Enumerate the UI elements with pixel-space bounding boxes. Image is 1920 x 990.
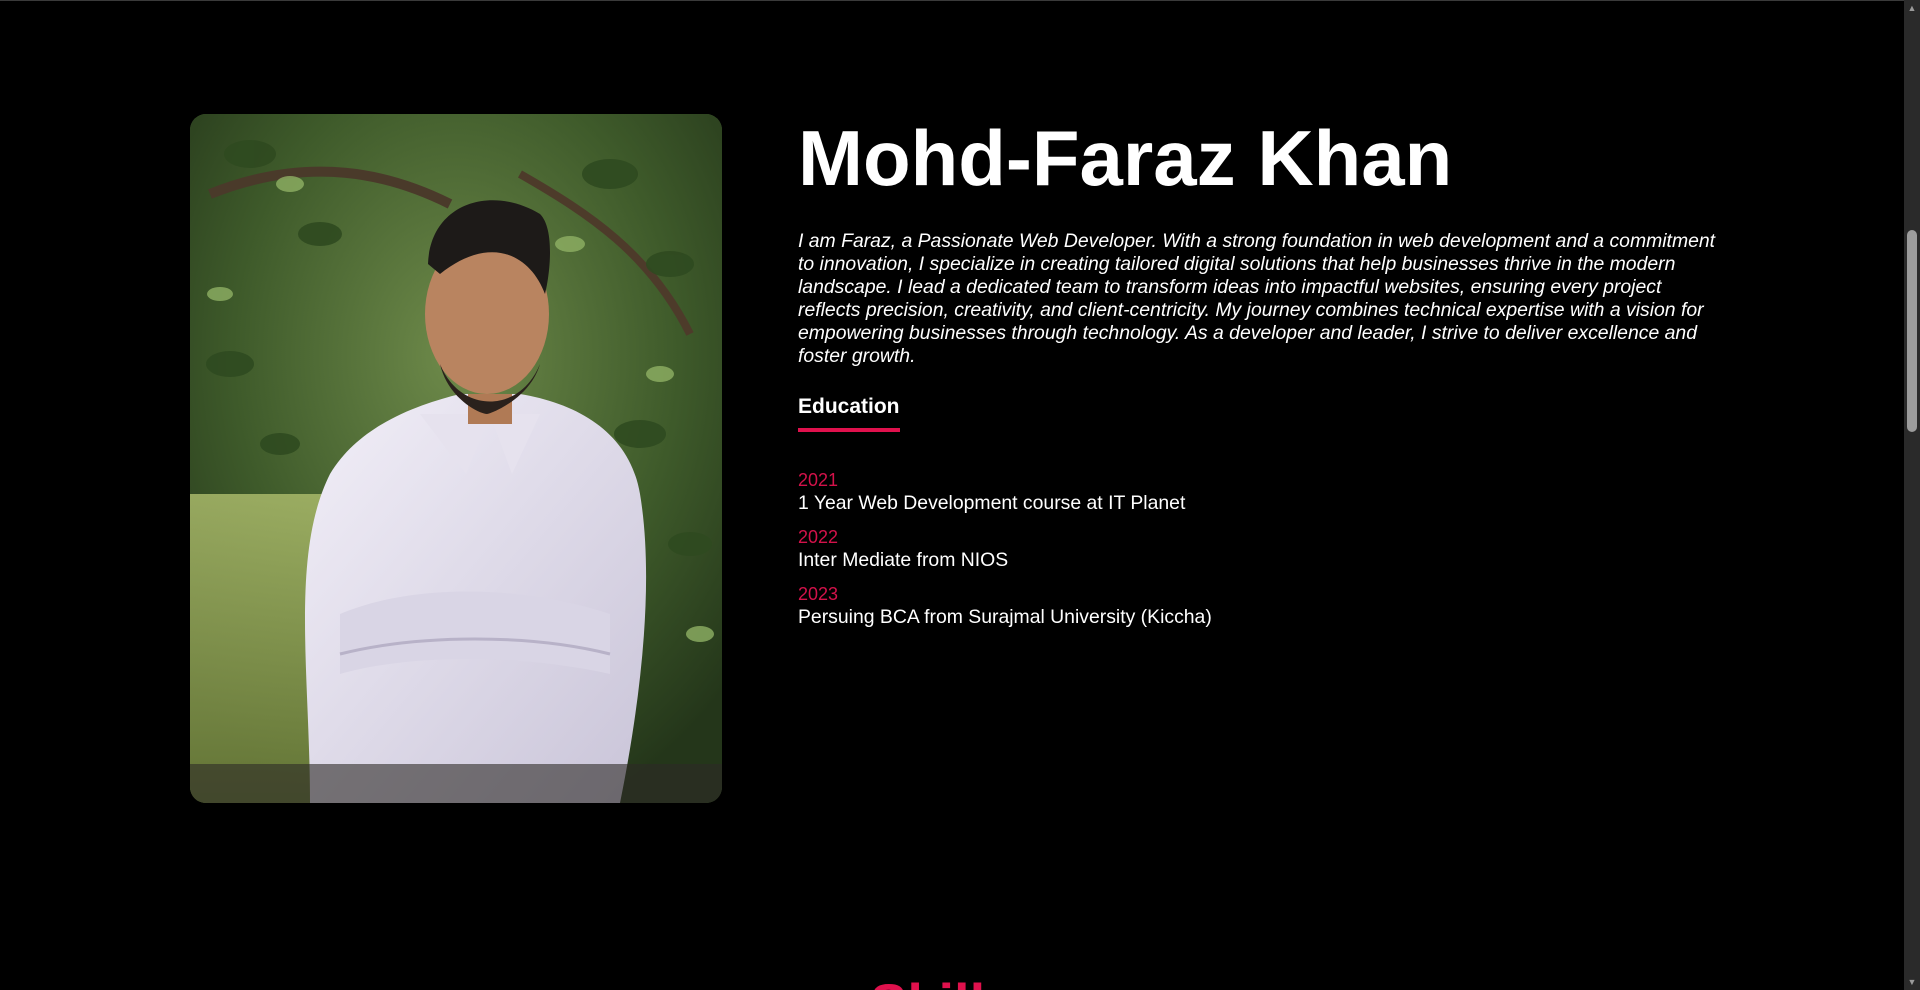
profile-name: Mohd-Faraz Khan bbox=[798, 114, 1453, 202]
skills-heading: Skills bbox=[870, 972, 1016, 990]
vertical-scrollbar[interactable]: ▲ ▼ bbox=[1904, 0, 1920, 990]
profile-photo bbox=[190, 114, 722, 803]
chevron-down-icon[interactable]: ▼ bbox=[1904, 974, 1920, 990]
profile-bio: I am Faraz, a Passionate Web Developer. … bbox=[798, 230, 1716, 367]
education-description: 1 Year Web Development course at IT Plan… bbox=[798, 492, 1186, 514]
education-item: 2023 Persuing BCA from Surajmal Universi… bbox=[798, 584, 1716, 629]
scrollbar-thumb[interactable] bbox=[1907, 230, 1917, 432]
education-item: 2022 Inter Mediate from NIOS bbox=[798, 527, 1716, 572]
top-divider bbox=[0, 0, 1904, 1]
education-year: 2021 bbox=[798, 470, 839, 490]
education-year: 2022 bbox=[798, 527, 839, 547]
education-description: Inter Mediate from NIOS bbox=[798, 549, 1009, 571]
education-heading: Education bbox=[798, 394, 900, 432]
education-year: 2023 bbox=[798, 584, 839, 604]
page: Mohd-Faraz Khan I am Faraz, a Passionate… bbox=[0, 0, 1904, 990]
chevron-up-icon[interactable]: ▲ bbox=[1904, 0, 1920, 16]
education-description: Persuing BCA from Surajmal University (K… bbox=[798, 606, 1212, 628]
education-item: 2021 1 Year Web Development course at IT… bbox=[798, 470, 1716, 515]
about-section: Mohd-Faraz Khan I am Faraz, a Passionate… bbox=[798, 108, 1716, 641]
education-list: 2021 1 Year Web Development course at IT… bbox=[798, 470, 1716, 629]
